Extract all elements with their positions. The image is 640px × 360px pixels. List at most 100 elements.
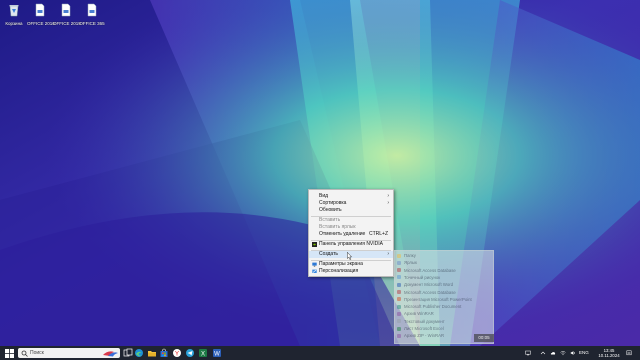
clock-date: 10.11.2024: [598, 353, 620, 358]
submenu-item-text[interactable]: Текстовый документ: [395, 318, 493, 325]
mouse-cursor-icon: [347, 252, 352, 260]
search-highlight-icon: [103, 351, 118, 357]
menu-item-label: Отменить удаление: [319, 231, 366, 237]
create-submenu: Папку Ярлык Microsoft Access Database То…: [394, 250, 494, 344]
menu-item-label: Создать: [319, 251, 339, 257]
menu-item-label: Вставить ярлык: [319, 224, 356, 230]
submenu-item-label: Папку: [404, 253, 416, 258]
menu-item-view[interactable]: Вид ›: [309, 193, 393, 200]
telegram-icon[interactable]: [185, 348, 195, 358]
wifi-icon[interactable]: [560, 350, 566, 356]
document-icon: [61, 3, 71, 17]
chevron-right-icon: ›: [387, 193, 389, 199]
submenu-item-label: Презентация Microsoft PowerPoint: [404, 296, 472, 302]
excel-app-icon[interactable]: X: [198, 348, 208, 358]
access-icon: [397, 268, 401, 273]
chevron-right-icon: ›: [387, 251, 389, 257]
file-explorer-icon[interactable]: [147, 348, 157, 358]
desktop-icon-recycle-bin[interactable]: Корзина: [1, 3, 27, 26]
search-icon: [21, 350, 28, 357]
nvidia-icon: [312, 242, 317, 247]
submenu-item-access[interactable]: Microsoft Access Database: [395, 267, 493, 274]
menu-item-label: Вид: [319, 193, 329, 199]
word-icon: [397, 282, 401, 287]
menu-item-label: Панель управления NVIDIA: [319, 241, 383, 247]
menu-item-label: Вставить: [319, 217, 341, 223]
desktop-icon-label: OFFICE 365: [79, 21, 105, 26]
menu-item-paste[interactable]: Вставить: [309, 217, 393, 224]
submenu-item-label: Архив WinRAR: [404, 311, 434, 317]
access-icon: [397, 290, 401, 294]
edge-browser-icon[interactable]: [134, 348, 144, 358]
submenu-item-label: Текстовый документ: [404, 318, 445, 324]
menu-item-label: Сортировка: [319, 200, 347, 206]
svg-text:Y: Y: [175, 352, 179, 358]
network-icon[interactable]: [525, 350, 531, 356]
submenu-item-bitmap[interactable]: Точечный рисунок: [395, 274, 493, 281]
text-icon: [397, 319, 401, 324]
chevron-right-icon: ›: [387, 200, 389, 206]
menu-item-nvidia-control-panel[interactable]: Панель управления NVIDIA: [309, 241, 393, 248]
submenu-item-label: Архив ZIP - WinRAR: [404, 333, 445, 339]
chevron-up-icon[interactable]: [540, 350, 546, 356]
menu-item-shortcut: CTRL+Z: [368, 231, 388, 237]
yandex-browser-icon[interactable]: Y: [172, 348, 182, 358]
desktop-icon-label: Корзина: [5, 21, 23, 26]
menu-item-paste-shortcut[interactable]: Вставить ярлык: [309, 224, 393, 231]
windows-start-icon[interactable]: [5, 349, 14, 358]
shortcut-icon: [397, 260, 401, 265]
taskbar: Поиск Y X W ENG 13:45 10.11.2024: [0, 346, 640, 360]
menu-item-undo-delete[interactable]: Отменить удаление CTRL+Z: [309, 231, 393, 238]
document-icon: [35, 3, 45, 17]
submenu-item-label: Microsoft Publisher Document: [404, 304, 462, 310]
notification-icon[interactable]: [626, 350, 632, 356]
menu-item-sort[interactable]: Сортировка ›: [309, 200, 393, 207]
archive-icon: [397, 311, 401, 316]
cloud-icon[interactable]: [550, 350, 556, 356]
submenu-item-label: Ярлык: [404, 260, 417, 266]
display-icon: [312, 262, 317, 267]
submenu-item-powerpoint[interactable]: Презентация Microsoft PowerPoint: [395, 296, 493, 303]
personalize-icon: [312, 269, 317, 273]
task-view-icon[interactable]: [123, 348, 133, 358]
desktop-icon-label: OFFICE 2019: [53, 21, 81, 26]
desktop-icon-office-2019[interactable]: OFFICE 2019: [53, 3, 81, 26]
bitmap-icon: [397, 275, 401, 280]
menu-item-display-settings[interactable]: Параметры экрана: [309, 261, 393, 268]
search-placeholder: Поиск: [30, 349, 44, 356]
menu-item-label: Параметры экрана: [319, 261, 363, 267]
desktop-icon-office-2016[interactable]: OFFICE 2016: [27, 3, 55, 26]
submenu-item-label: Документ Microsoft Word: [404, 282, 454, 288]
submenu-item-rar[interactable]: Архив WinRAR: [395, 310, 493, 317]
submenu-item-label: Точечный рисунок: [404, 274, 441, 280]
submenu-item-publisher[interactable]: Microsoft Publisher Document: [395, 303, 493, 310]
taskbar-search-box[interactable]: Поиск: [18, 348, 120, 358]
archive-icon: [397, 333, 401, 338]
taskbar-clock[interactable]: 13:45 10.11.2024: [598, 348, 620, 358]
desktop-icon-office-365[interactable]: OFFICE 365: [79, 3, 105, 26]
svg-text:X: X: [201, 351, 205, 357]
excel-icon: [397, 326, 401, 331]
desktop-context-menu: Вид › Сортировка › Обновить Вставить Вст…: [308, 189, 394, 277]
submenu-item-folder[interactable]: Папку: [395, 252, 493, 259]
menu-item-personalize[interactable]: Персонализация: [309, 268, 393, 275]
menu-item-label: Персонализация: [319, 268, 359, 274]
store-icon[interactable]: [159, 348, 169, 358]
recording-timer: 00:05: [474, 334, 494, 342]
desktop-wallpaper: [0, 0, 640, 346]
submenu-item-access-2[interactable]: Microsoft Access Database: [395, 289, 493, 296]
word-app-icon[interactable]: W: [212, 348, 222, 358]
folder-icon: [397, 253, 401, 258]
document-icon: [87, 3, 97, 17]
submenu-item-word[interactable]: Документ Microsoft Word: [395, 281, 493, 288]
menu-item-label: Обновить: [319, 207, 342, 213]
menu-item-refresh[interactable]: Обновить: [309, 207, 393, 214]
submenu-item-label: Лист Microsoft Excel: [404, 326, 444, 331]
submenu-item-shortcut[interactable]: Ярлык: [395, 259, 493, 266]
submenu-item-label: Microsoft Access Database: [404, 289, 456, 295]
submenu-item-label: Microsoft Access Database: [404, 267, 456, 273]
svg-text:W: W: [214, 351, 220, 357]
language-indicator[interactable]: ENG: [579, 350, 593, 356]
submenu-item-excel[interactable]: Лист Microsoft Excel: [395, 325, 493, 332]
volume-icon[interactable]: [570, 350, 576, 356]
